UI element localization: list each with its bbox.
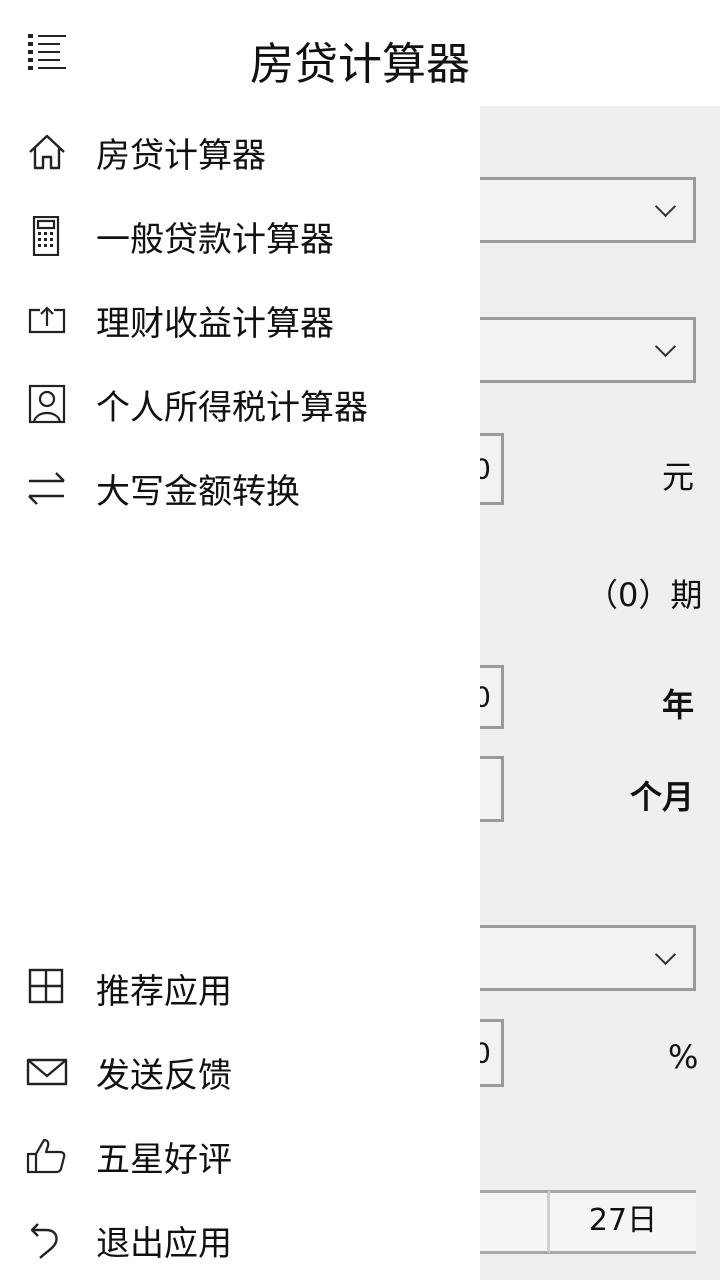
contact-card-icon (26, 384, 68, 424)
amount-unit-label: 元 (662, 458, 695, 496)
swap-arrows-icon (26, 468, 68, 508)
grid-icon (26, 968, 68, 1008)
nav-item-general-loan-calculator[interactable]: 一般贷款计算器 (0, 198, 480, 274)
page-title: 房贷计算器 (250, 39, 470, 90)
upload-box-icon (26, 300, 68, 340)
nav-item-mortgage-calculator[interactable]: 房贷计算器 (0, 114, 480, 190)
nav-item-label: 一般贷款计算器 (96, 220, 334, 260)
years-unit-label: 年 (662, 686, 695, 724)
thumbs-up-icon (26, 1136, 68, 1176)
nav-item-label: 房贷计算器 (96, 136, 266, 176)
navigation-drawer: 房贷计算器 一般贷款计算器 理财收益计算器 个人所得税计算器 大写金额转换 推荐… (0, 0, 480, 1280)
nav-item-label: 五星好评 (96, 1140, 232, 1180)
nav-item-label: 推荐应用 (96, 972, 232, 1012)
nav-item-exit-app[interactable]: 退出应用 (0, 1202, 480, 1278)
nav-item-label: 发送反馈 (96, 1056, 232, 1096)
nav-item-recommended-apps[interactable]: 推荐应用 (0, 950, 480, 1026)
nav-item-label: 理财收益计算器 (96, 304, 334, 344)
chevron-down-icon (654, 943, 677, 966)
date-day-value: 27日 (588, 1203, 658, 1238)
rate-type-dropdown[interactable] (470, 925, 696, 991)
nav-item-label: 退出应用 (96, 1224, 232, 1264)
chevron-down-icon (654, 335, 677, 358)
calculator-icon (26, 215, 68, 257)
nav-item-five-star-review[interactable]: 五星好评 (0, 1118, 480, 1194)
nav-item-label: 个人所得税计算器 (96, 388, 368, 428)
date-month-segment[interactable] (480, 1190, 550, 1254)
periods-label: （0）期 (586, 576, 703, 614)
undo-icon (26, 1220, 68, 1260)
rate-unit-label: % (668, 1038, 699, 1076)
nav-item-send-feedback[interactable]: 发送反馈 (0, 1034, 480, 1110)
home-icon (26, 132, 68, 172)
nav-item-amount-converter[interactable]: 大写金额转换 (0, 450, 480, 526)
months-unit-label: 个月 (630, 778, 695, 816)
nav-item-income-tax-calculator[interactable]: 个人所得税计算器 (0, 366, 480, 442)
date-day-segment[interactable]: 27日 (550, 1190, 696, 1254)
loan-type-dropdown[interactable] (470, 177, 696, 243)
mail-icon (26, 1052, 68, 1092)
nav-item-label: 大写金额转换 (96, 472, 300, 512)
nav-item-investment-calculator[interactable]: 理财收益计算器 (0, 282, 480, 358)
chevron-down-icon (654, 195, 677, 218)
repayment-method-dropdown[interactable] (470, 317, 696, 383)
